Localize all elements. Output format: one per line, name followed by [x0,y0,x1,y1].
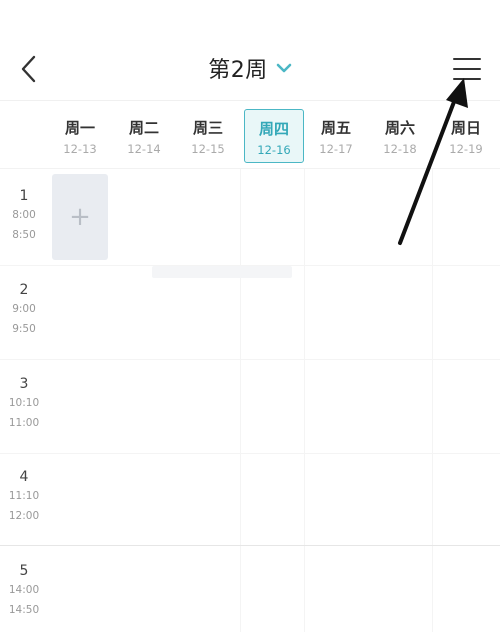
day-date: 12-18 [383,142,417,156]
day-name: 周五 [320,119,351,137]
period-start: 8:00 [12,209,36,221]
timetable-screen: 第2周 周一 12-13 周二 12-14 周三 12-15 周四 12-16 … [0,0,500,632]
day-date: 12-17 [319,142,353,156]
chevron-down-icon [276,63,292,73]
period-start: 14:00 [8,584,40,596]
day-name: 周二 [128,119,159,137]
timetable-grid: 1 8:00 8:50 2 9:00 9:50 3 10:10 11:00 4 … [0,168,500,632]
chevron-left-icon [21,55,36,83]
back-button[interactable] [14,52,46,86]
period-5: 5 14:00 14:50 [0,562,48,620]
period-end: 8:50 [12,229,36,241]
day-name: 周三 [192,119,223,137]
period-number: 4 [19,469,29,485]
grid-divider [432,169,433,632]
period-end: 12:00 [8,510,40,522]
hamburger-menu-icon [453,58,481,80]
period-number: 1 [19,188,29,204]
placeholder-bar [152,266,292,278]
day-name: 周四 [258,120,289,138]
period-end: 14:50 [8,604,40,616]
period-start: 11:10 [8,490,40,502]
period-4: 4 11:10 12:00 [0,468,48,526]
day-saturday[interactable]: 周六 12-18 [370,109,430,163]
week-selector[interactable]: 第2周 [180,50,320,86]
grid-divider [0,453,500,454]
period-1: 1 8:00 8:50 [0,187,48,245]
day-wednesday[interactable]: 周三 12-15 [178,109,238,163]
day-monday[interactable]: 周一 12-13 [50,109,110,163]
week-title: 第2周 [208,58,268,83]
day-friday[interactable]: 周五 12-17 [306,109,366,163]
period-2: 2 9:00 9:50 [0,281,48,339]
day-date: 12-16 [257,143,291,157]
day-date: 12-19 [449,142,483,156]
menu-button[interactable] [448,54,484,84]
top-bar: 第2周 [0,0,500,100]
period-3: 3 10:10 11:00 [0,375,48,433]
day-tuesday[interactable]: 周二 12-14 [114,109,174,163]
grid-divider [240,169,241,632]
day-name: 周六 [384,119,415,137]
period-number: 3 [19,376,29,392]
day-date: 12-15 [191,142,225,156]
period-number: 5 [19,563,29,579]
period-start: 10:10 [8,397,40,409]
day-sunday[interactable]: 周日 12-19 [436,109,496,163]
day-name: 周日 [450,119,481,137]
day-name: 周一 [64,119,95,137]
day-date: 12-13 [63,142,97,156]
day-thursday-today[interactable]: 周四 12-16 [244,109,304,163]
grid-divider [304,169,305,632]
grid-divider [0,359,500,360]
weekday-header: 周一 12-13 周二 12-14 周三 12-15 周四 12-16 周五 1… [0,100,500,169]
period-number: 2 [19,282,29,298]
period-start: 9:00 [12,303,36,315]
add-course-button[interactable]: + [52,174,108,260]
day-date: 12-14 [127,142,161,156]
period-end: 9:50 [12,323,36,335]
plus-icon: + [69,202,91,232]
period-end: 11:00 [8,417,40,429]
grid-divider [0,545,500,546]
